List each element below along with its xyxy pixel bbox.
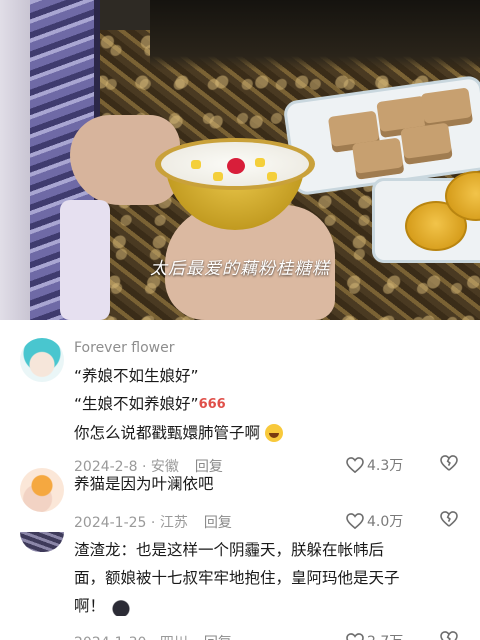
- comment-item: 渣渣龙：也是这样一个阴霾天，朕躲在帐帏后 面，额娘被十七叔牢牢地抱住，皇阿玛他是…: [0, 532, 480, 640]
- reply-button[interactable]: 回复: [204, 515, 232, 531]
- comment-date: 2024-1-25: [74, 515, 147, 531]
- like-button[interactable]: 4.0万: [346, 511, 403, 531]
- comment-line: “生娘不如养娘好”666: [74, 390, 434, 419]
- laugh-emoji-icon: [264, 424, 283, 442]
- heart-icon: [346, 633, 364, 640]
- cake: [400, 122, 453, 165]
- mooncake-plate: [372, 171, 480, 263]
- fruit-piece: [213, 172, 223, 181]
- comment-text: 养猫是因为叶澜依吧: [74, 470, 434, 498]
- reply-button[interactable]: 回复: [204, 635, 232, 640]
- comment-line: 养猫是因为叶澜依吧: [74, 475, 214, 493]
- comment-meta: 2024-1-25 · 江苏 回复: [74, 515, 232, 531]
- cherry: [227, 158, 245, 174]
- comment-line-text: “生娘不如养娘好”: [74, 395, 199, 413]
- comment-item: 养猫是因为叶澜依吧 2024-1-25 · 江苏 回复 4.0万: [0, 468, 480, 531]
- broken-heart-icon: [440, 631, 458, 640]
- comment-item: Forever flower “养娘不如生娘好” “生娘不如养娘好”666 你怎…: [0, 320, 480, 475]
- dessert-bowl: [155, 120, 315, 240]
- comment-text: 渣渣龙：也是这样一个阴霾天，朕躲在帐帏后 面，额娘被十七叔牢牢地抱住，皇阿玛他是…: [74, 536, 434, 620]
- avatar[interactable]: [20, 468, 64, 512]
- broken-heart-icon: [440, 455, 458, 471]
- comment-line: “养娘不如生娘好”: [74, 367, 199, 385]
- like-button[interactable]: 2.7万: [346, 631, 403, 640]
- fruit-piece: [267, 172, 277, 181]
- like-count: 2.7万: [367, 631, 403, 640]
- like-count: 4.0万: [367, 514, 404, 530]
- comment-location: 四川: [160, 635, 188, 640]
- fruit-piece: [255, 158, 265, 167]
- comment-line: 啊！: [74, 592, 434, 620]
- comment-list[interactable]: Forever flower “养娘不如生娘好” “生娘不如养娘好”666 你怎…: [0, 320, 480, 640]
- comment-line: 渣渣龙：也是这样一个阴霾天，朕躲在帐帏后: [74, 541, 385, 559]
- comment-username[interactable]: Forever flower: [74, 340, 175, 356]
- cake: [351, 137, 405, 180]
- fruit-piece: [191, 160, 201, 169]
- comment-line: 面，额娘被十七叔牢牢地抱住，皇阿玛他是天子: [74, 569, 400, 587]
- cat-emoji-icon: [109, 597, 132, 616]
- broken-heart-icon: [440, 511, 458, 527]
- comment-line-text: 你怎么说都戳甄嬛肺管子啊: [74, 423, 261, 442]
- comment-meta: 2024-1-30 · 四川回复: [74, 632, 232, 640]
- comment-date: 2024-1-30: [74, 635, 146, 640]
- dislike-button[interactable]: [440, 511, 458, 531]
- comment-line: 你怎么说都戳甄嬛肺管子啊: [74, 419, 434, 447]
- avatar[interactable]: [20, 532, 64, 552]
- heart-icon: [346, 513, 364, 529]
- comment-location: 江苏: [159, 515, 188, 531]
- avatar[interactable]: [20, 338, 64, 382]
- video-subtitle: 太后最爱的藕粉桂糖糕: [150, 259, 330, 279]
- emoji-666-icon: 666: [198, 396, 226, 412]
- dark-background: [150, 0, 480, 70]
- comment-line-text: 啊！: [74, 597, 106, 615]
- dislike-button[interactable]: [440, 631, 458, 640]
- video-frame[interactable]: 太后最爱的藕粉桂糖糕: [0, 0, 480, 320]
- comment-text: “养娘不如生娘好” “生娘不如养娘好”666 你怎么说都戳甄嬛肺管子啊: [74, 362, 434, 447]
